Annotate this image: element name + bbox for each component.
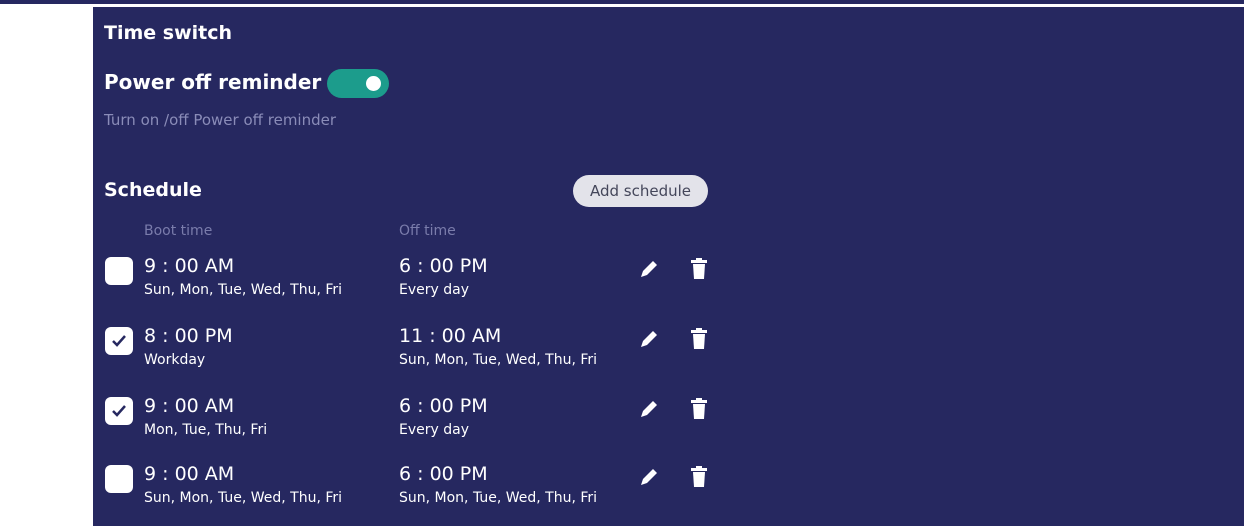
boot-days: Workday: [144, 352, 206, 368]
checkmark-icon: [112, 405, 126, 417]
schedule-row: 9 : 00 AM Sun, Mon, Tue, Wed, Thu, Fri 6…: [93, 463, 793, 519]
schedule-row: 9 : 00 AM Mon, Tue, Thu, Fri 6 : 00 PM E…: [93, 395, 793, 451]
off-days: Every day: [399, 282, 469, 298]
boot-time: 9 : 00 AM: [144, 255, 235, 277]
off-time-column-header: Off time: [399, 223, 456, 239]
power-off-reminder-toggle[interactable]: [327, 69, 389, 98]
schedule-row: 9 : 00 AM Sun, Mon, Tue, Wed, Thu, Fri 6…: [93, 255, 793, 311]
power-off-reminder-label: Power off reminder: [104, 70, 322, 94]
pencil-icon[interactable]: [638, 328, 660, 350]
off-days: Sun, Mon, Tue, Wed, Thu, Fri: [399, 490, 598, 506]
top-border: [0, 0, 1244, 4]
off-time: 11 : 00 AM: [399, 325, 502, 347]
boot-time-column-header: Boot time: [144, 223, 213, 239]
checkmark-icon: [112, 335, 126, 347]
boot-time: 9 : 00 AM: [144, 395, 235, 417]
schedule-row-checkbox[interactable]: [105, 397, 133, 425]
off-time: 6 : 00 PM: [399, 463, 488, 485]
boot-time: 9 : 00 AM: [144, 463, 235, 485]
time-switch-panel: Time switch Power off reminder Turn on /…: [93, 7, 1244, 526]
boot-days: Sun, Mon, Tue, Wed, Thu, Fri: [144, 282, 343, 298]
schedule-row-checkbox[interactable]: [105, 465, 133, 493]
schedule-row-checkbox[interactable]: [105, 327, 133, 355]
power-off-reminder-description: Turn on /off Power off reminder: [104, 111, 337, 129]
boot-days: Mon, Tue, Thu, Fri: [144, 422, 268, 438]
trash-icon[interactable]: [690, 466, 708, 488]
pencil-icon[interactable]: [638, 398, 660, 420]
trash-icon[interactable]: [690, 258, 708, 280]
section-title: Time switch: [104, 22, 233, 44]
off-days: Sun, Mon, Tue, Wed, Thu, Fri: [399, 352, 598, 368]
schedule-title: Schedule: [104, 179, 202, 201]
off-days: Every day: [399, 422, 469, 438]
trash-icon[interactable]: [690, 398, 708, 420]
toggle-knob: [366, 76, 381, 91]
add-schedule-button[interactable]: Add schedule: [573, 175, 708, 207]
off-time: 6 : 00 PM: [399, 255, 488, 277]
trash-icon[interactable]: [690, 328, 708, 350]
pencil-icon[interactable]: [638, 258, 660, 280]
off-time: 6 : 00 PM: [399, 395, 488, 417]
boot-days: Sun, Mon, Tue, Wed, Thu, Fri: [144, 490, 343, 506]
schedule-row-checkbox[interactable]: [105, 257, 133, 285]
pencil-icon[interactable]: [638, 466, 660, 488]
schedule-row: 8 : 00 PM Workday 11 : 00 AM Sun, Mon, T…: [93, 325, 793, 381]
boot-time: 8 : 00 PM: [144, 325, 233, 347]
